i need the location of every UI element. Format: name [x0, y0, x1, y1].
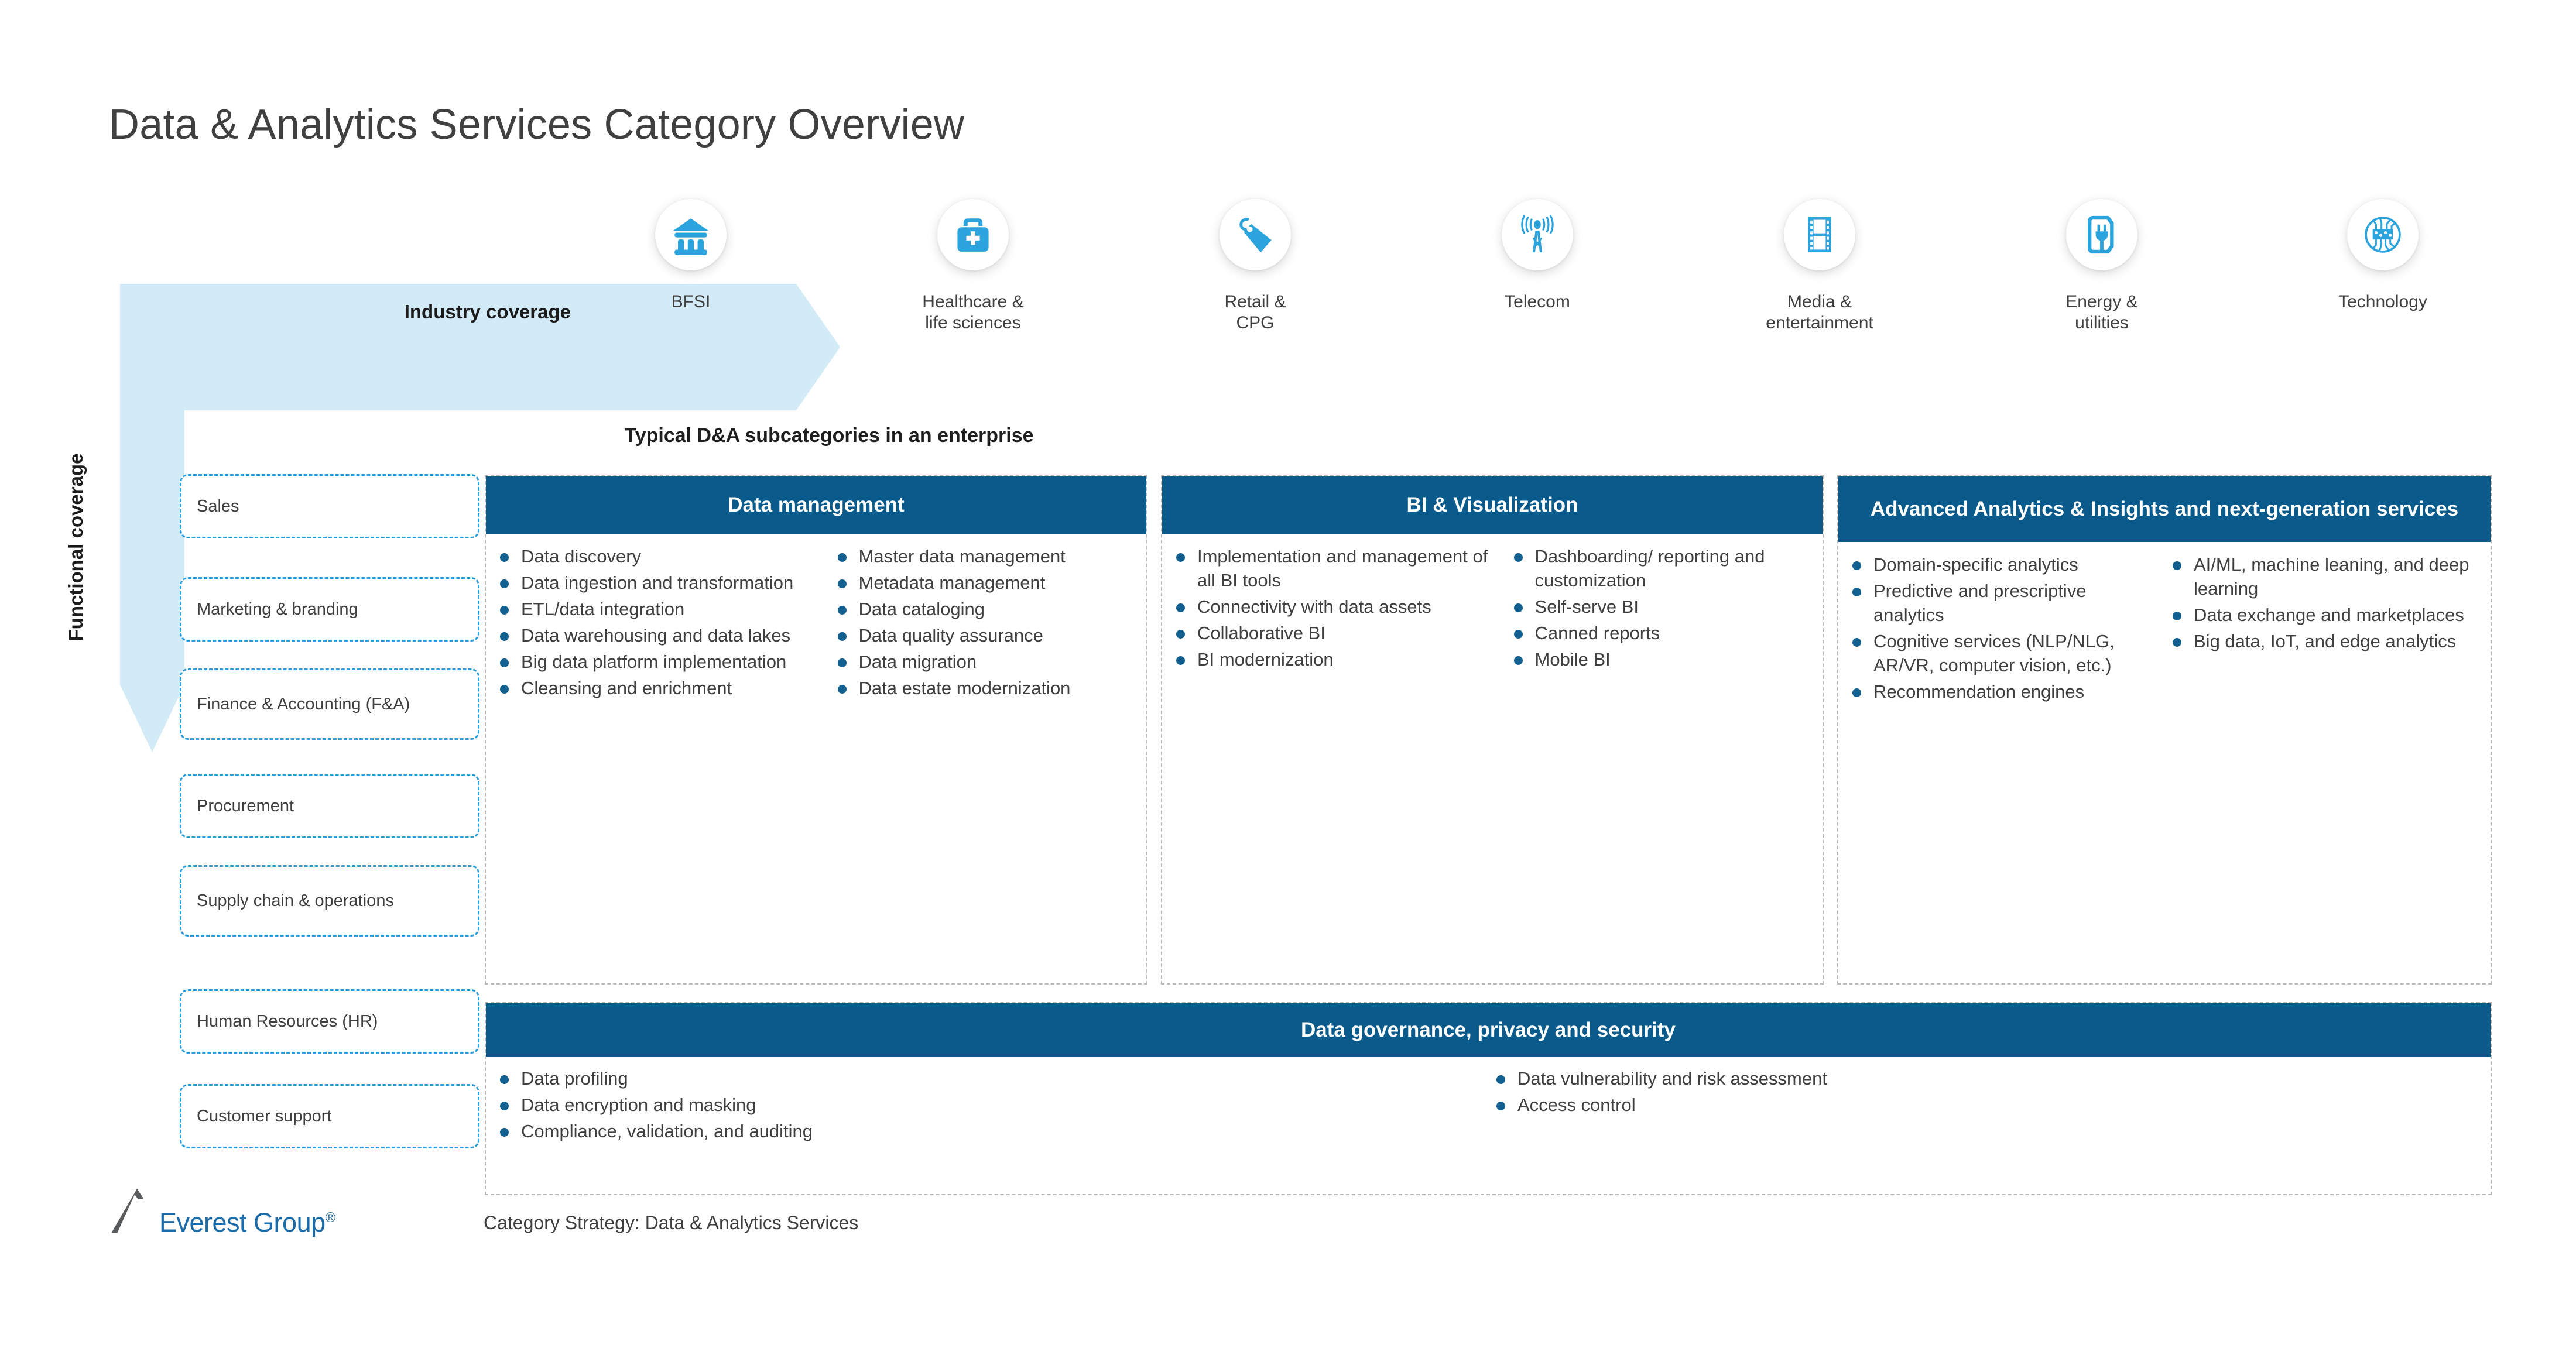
- list-item: Master data management: [830, 544, 1139, 568]
- filmstrip-icon: [1784, 199, 1855, 270]
- list-item: Data profiling: [492, 1066, 1481, 1090]
- list-item: Dashboarding/ reporting and customizatio…: [1506, 544, 1815, 592]
- function-label: Human Resources (HR): [197, 1012, 378, 1031]
- category-panel-data-management: Data management Data discovery Data inge…: [485, 475, 1147, 985]
- category-title: Data management: [486, 476, 1146, 534]
- list-item: Compliance, validation, and auditing: [492, 1119, 1481, 1143]
- list-item: Connectivity with data assets: [1168, 595, 1499, 619]
- list-item: Data encryption and masking: [492, 1093, 1481, 1117]
- industry-label: Healthcare & life sciences: [922, 292, 1024, 332]
- list-item: Data exchange and marketplaces: [2164, 603, 2483, 627]
- list-item: Cleansing and enrichment: [492, 676, 823, 700]
- function-label: Sales: [197, 497, 239, 516]
- list-item: ETL/data integration: [492, 597, 823, 621]
- medical-briefcase-icon: [937, 199, 1009, 270]
- industry-item-technology[interactable]: Technology: [2266, 199, 2500, 313]
- industry-item-healthcare[interactable]: Healthcare & life sciences: [856, 199, 1090, 334]
- list-item: Data estate modernization: [830, 676, 1139, 700]
- subcategories-heading: Typical D&A subcategories in an enterpri…: [624, 424, 1034, 447]
- industry-item-retail-cpg[interactable]: Retail & CPG: [1138, 199, 1372, 334]
- everest-group-wordmark: Everest Group®: [159, 1208, 335, 1238]
- list-item: Domain-specific analytics: [1844, 553, 2157, 577]
- industry-item-bfsi[interactable]: BFSI: [574, 199, 808, 313]
- category-title: Advanced Analytics & Insights and next-g…: [1838, 476, 2491, 542]
- industry-label: Technology: [2338, 292, 2427, 311]
- circuit-chip-icon: [2347, 199, 2419, 270]
- category-bullet-list-left: Data discovery Data ingestion and transf…: [492, 544, 823, 700]
- list-item: Self-serve BI: [1506, 595, 1815, 619]
- industry-item-telecom[interactable]: Telecom: [1420, 199, 1654, 313]
- category-bullet-list-left: Implementation and management of all BI …: [1168, 544, 1499, 671]
- function-label: Supply chain & operations: [197, 891, 394, 910]
- list-item: AI/ML, machine leaning, and deep learnin…: [2164, 553, 2483, 601]
- bank-icon: [655, 199, 727, 270]
- brand-name: Everest Group: [159, 1208, 326, 1237]
- list-item: Data migration: [830, 650, 1139, 674]
- category-panel-advanced-analytics: Advanced Analytics & Insights and next-g…: [1837, 475, 2492, 985]
- category-bullet-list-right: Dashboarding/ reporting and customizatio…: [1506, 544, 1815, 671]
- broadcast-tower-icon: [1502, 199, 1573, 270]
- industry-label: Telecom: [1505, 292, 1570, 311]
- list-item: Big data platform implementation: [492, 650, 823, 674]
- list-item: Big data, IoT, and edge analytics: [2164, 629, 2483, 653]
- list-item: Data vulnerability and risk assessment: [1488, 1066, 2483, 1090]
- list-item: Data ingestion and transformation: [492, 571, 823, 595]
- list-item: Data cataloging: [830, 597, 1139, 621]
- industry-item-media[interactable]: Media & entertainment: [1703, 199, 1937, 334]
- governance-bullet-list-left: Data profiling Data encryption and maski…: [492, 1066, 1481, 1143]
- function-item-customer-support[interactable]: Customer support: [180, 1084, 479, 1148]
- list-item: Data discovery: [492, 544, 823, 568]
- footer-caption: Category Strategy: Data & Analytics Serv…: [484, 1212, 859, 1233]
- functional-coverage-label: Functional coverage: [65, 453, 87, 642]
- function-label: Finance & Accounting (F&A): [197, 695, 410, 714]
- function-item-sales[interactable]: Sales: [180, 474, 479, 538]
- list-item: Mobile BI: [1506, 647, 1815, 671]
- function-item-finance[interactable]: Finance & Accounting (F&A): [180, 668, 479, 740]
- function-item-supply-chain[interactable]: Supply chain & operations: [180, 865, 479, 937]
- governance-panel: Data governance, privacy and security Da…: [485, 1002, 2492, 1195]
- function-item-procurement[interactable]: Procurement: [180, 774, 479, 838]
- function-label: Procurement: [197, 797, 294, 815]
- page-title: Data & Analytics Services Category Overv…: [109, 101, 965, 148]
- registered-mark: ®: [325, 1210, 336, 1226]
- function-item-marketing[interactable]: Marketing & branding: [180, 577, 479, 642]
- power-plug-icon: [2066, 199, 2137, 270]
- category-panel-bi-visualization: BI & Visualization Implementation and ma…: [1161, 475, 1824, 985]
- industry-label: Media & entertainment: [1766, 292, 1873, 332]
- list-item: Access control: [1488, 1093, 2483, 1117]
- category-bullet-list-right: AI/ML, machine leaning, and deep learnin…: [2164, 553, 2483, 653]
- function-label: Marketing & branding: [197, 600, 358, 619]
- function-label: Customer support: [197, 1107, 332, 1126]
- category-title: BI & Visualization: [1162, 476, 1823, 534]
- list-item: Metadata management: [830, 571, 1139, 595]
- industry-label: Retail & CPG: [1224, 292, 1286, 332]
- list-item: Predictive and prescriptive analytics: [1844, 579, 2157, 627]
- industry-label: BFSI: [671, 292, 711, 311]
- industry-coverage-row: BFSI Healthcare & life sciences Retail &…: [574, 199, 2500, 386]
- list-item: Data quality assurance: [830, 623, 1139, 647]
- category-bullet-list-left: Domain-specific analytics Predictive and…: [1844, 553, 2157, 704]
- list-item: Recommendation engines: [1844, 680, 2157, 704]
- price-tag-icon: [1220, 199, 1291, 270]
- list-item: Implementation and management of all BI …: [1168, 544, 1499, 592]
- list-item: Collaborative BI: [1168, 621, 1499, 645]
- list-item: Cognitive services (NLP/NLG, AR/VR, comp…: [1844, 629, 2157, 677]
- industry-coverage-label: Industry coverage: [404, 301, 571, 323]
- governance-title: Data governance, privacy and security: [486, 1003, 2491, 1057]
- list-item: Canned reports: [1506, 621, 1815, 645]
- governance-bullet-list-right: Data vulnerability and risk assessment A…: [1488, 1066, 2483, 1117]
- category-bullet-list-right: Master data management Metadata manageme…: [830, 544, 1139, 700]
- industry-label: Energy & utilities: [2065, 292, 2138, 332]
- list-item: Data warehousing and data lakes: [492, 623, 823, 647]
- industry-item-energy[interactable]: Energy & utilities: [1985, 199, 2219, 334]
- function-item-hr[interactable]: Human Resources (HR): [180, 989, 479, 1054]
- list-item: BI modernization: [1168, 647, 1499, 671]
